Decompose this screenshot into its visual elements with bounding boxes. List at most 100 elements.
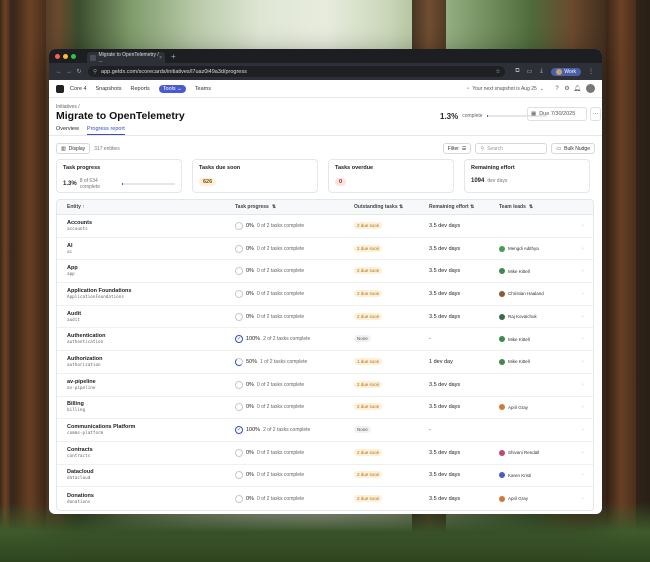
chevron-right-icon[interactable]: › [582,291,584,297]
chevron-right-icon[interactable]: › [582,472,584,478]
app-logo[interactable] [56,84,64,93]
close-tab-icon[interactable]: × [159,55,162,61]
team-lead-name[interactable]: Mike Kittell [508,359,530,364]
entity-name[interactable]: Accounts [67,220,92,226]
chevron-right-icon[interactable]: › [582,450,584,456]
entity-name[interactable]: Contracts [67,447,93,453]
progress-percent: 0% [246,449,254,456]
chevron-right-icon[interactable]: › [582,336,584,342]
column-outstanding-tasks[interactable]: Outstanding tasks ⇅ [354,204,403,210]
entity-name[interactable]: Audit [67,311,81,317]
effort-cell: 3.5 dev days [429,404,461,411]
entity-name[interactable]: Billing [67,401,85,407]
team-lead-name[interactable]: April Gray [508,405,528,410]
chevron-right-icon[interactable]: › [582,427,584,433]
filter-button[interactable]: Filter ☰ [442,143,472,154]
extensions-icon[interactable]: ⧉ [511,68,523,75]
reload-icon[interactable]: ↻ [74,68,84,75]
back-icon[interactable]: ← [54,69,64,75]
nav-core4[interactable]: Core 4 [70,86,87,92]
table-row[interactable]: App app 0% 0 of 2 tasks complete 2 due s… [57,260,593,284]
entity-name[interactable]: Authorization [67,356,102,362]
team-lead-cell: April Gray [499,404,528,411]
bell-icon[interactable]: 🔔︎ [572,85,582,92]
help-icon[interactable]: ? [552,86,562,92]
table-row[interactable]: av-pipeline av-pipeline 0% 0 of 2 tasks … [57,374,593,397]
column-task-progress[interactable]: Task progress ⇅ [235,204,276,210]
chevron-right-icon[interactable]: › [582,246,584,252]
table-row[interactable]: Application Foundations ApplicationFound… [57,283,593,306]
team-lead-name[interactable]: Mike Kittell [508,269,530,274]
chevron-right-icon[interactable]: › [582,268,584,274]
profile-button[interactable]: Work [551,67,581,76]
snapshot-notice[interactable]: ◔ Your next snapshot is Aug 25 ⌄ [466,86,544,92]
new-tab-icon[interactable]: + [171,52,176,61]
more-options-button[interactable]: … [590,107,601,121]
chevron-right-icon[interactable]: › [582,404,584,410]
progress-ring-icon: ✓ [235,426,243,435]
chevron-right-icon[interactable]: › [582,359,584,365]
table-row[interactable]: Contracts contracts 0% 0 of 2 tasks comp… [57,442,593,465]
table-row[interactable]: Accounts accounts 0% 0 of 2 tasks comple… [57,215,593,238]
search-input[interactable]: ⚲ Search [475,143,548,154]
tab-progress-report[interactable]: Progress report [86,126,125,135]
team-lead-name[interactable]: Raj Kovalchuk [508,314,537,319]
bookmark-star-icon[interactable]: ☆ [495,69,500,75]
team-lead-name[interactable]: Karen Kristi [508,473,531,478]
entity-name[interactable]: App [67,265,78,271]
table-row[interactable]: Datacloud datacloud 0% 0 of 2 tasks comp… [57,465,593,488]
tab-overview[interactable]: Overview [56,126,79,135]
team-lead-name[interactable]: April Gray [508,496,528,501]
nav-reports[interactable]: Reports [131,86,150,92]
user-avatar[interactable] [586,84,595,93]
table-row[interactable]: Billing billing 0% 0 of 2 tasks complete… [57,397,593,420]
progress-ring-icon [235,357,243,366]
entity-name[interactable]: Authentication [67,333,106,339]
nav-snapshots[interactable]: Snapshots [96,86,122,92]
column-remaining-effort[interactable]: Remaining effort ⇅ [429,204,474,210]
chevron-right-icon[interactable]: › [582,314,584,320]
display-button[interactable]: ▥ Display [56,143,91,154]
download-icon[interactable]: ⤓ [535,68,547,75]
team-lead-name[interactable]: Mike Kittell [508,337,530,342]
column-entity[interactable]: Entity ↑ [67,204,85,210]
nav-teams[interactable]: Teams [195,86,211,92]
entity-name[interactable]: Communications Platform [67,424,135,430]
table-row[interactable]: AI ai 0% 0 of 2 tasks complete 2 due soo… [57,238,593,261]
avatar [499,358,505,365]
table-row[interactable]: Authentication authentication ✓ 100% 2 o… [57,328,593,352]
maximize-window-button[interactable] [71,53,76,59]
status-badge: 2 due soon [354,312,383,320]
chevron-right-icon[interactable]: › [582,496,584,502]
table-row[interactable]: Audit audit 0% 0 of 2 tasks complete 2 d… [57,306,593,329]
column-team-leads[interactable]: Team leads ⇅ [499,204,533,210]
progress-cell: 0% 0 of 2 tasks complete [235,403,304,412]
entity-name[interactable]: Application Foundations [67,288,131,294]
browser-menu-icon[interactable]: ⋮ [585,68,597,75]
entity-name[interactable]: av-pipeline [67,379,96,385]
team-lead-name[interactable]: Christian Haaland [508,291,544,296]
entity-name[interactable]: Donations [67,493,94,499]
forward-icon[interactable]: → [64,69,74,75]
nav-tools[interactable]: Tools ⌄ [158,84,186,93]
chevron-right-icon[interactable]: › [582,223,584,229]
table-row[interactable]: Donations donations 0% 0 of 2 tasks comp… [57,487,593,510]
entity-name[interactable]: AI [67,243,73,249]
entity-name[interactable]: Datacloud [67,469,94,475]
browser-tab[interactable]: Migrate to OpenTelemetry / ... × [87,52,165,64]
due-date-button[interactable]: ▦ Due 7/30/2025 [527,107,587,121]
chevron-right-icon[interactable]: › [582,382,584,388]
progress-tasks: 0 of 2 tasks complete [256,222,305,229]
team-lead-cell: Mike Kittell [499,336,530,343]
minimize-window-button[interactable] [63,53,68,59]
address-input[interactable]: ⚲ app.getdx.com/scorecards/initiatives/l… [88,66,506,77]
gear-icon[interactable]: ⚙ [562,85,572,92]
sidebar-icon[interactable]: ▭ [523,68,535,75]
team-lead-name[interactable]: Shivani Rendall [508,450,539,455]
site-info-icon[interactable]: ⚲ [93,69,97,75]
close-window-button[interactable] [55,53,60,59]
table-row[interactable]: Authorization authorization 50% 1 of 2 t… [57,351,593,374]
team-lead-name[interactable]: Mengdi Adithya [508,246,539,251]
table-row[interactable]: Communications Platform comms-platform ✓… [57,419,593,442]
bulk-nudge-button[interactable]: ▭ Bulk Nudge [551,143,595,154]
